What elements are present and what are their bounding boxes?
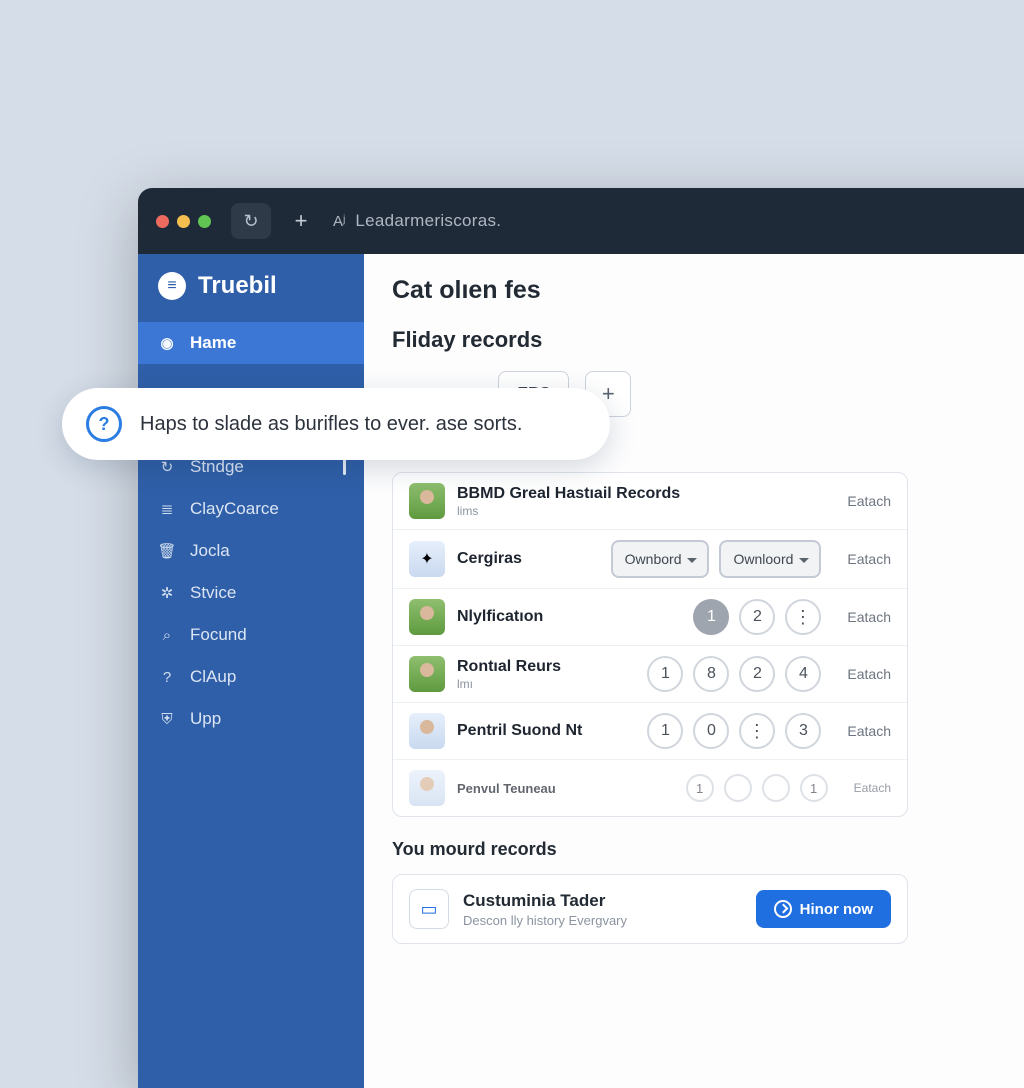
hinor-now-button[interactable]: Hinor now (756, 890, 891, 928)
row-action[interactable]: Eatach (847, 666, 891, 682)
indicator-line-icon (343, 459, 346, 475)
sidebar-item-label: Stvice (190, 583, 236, 603)
table-row[interactable]: BBMD Greal Hastıail Records lims Eatach (393, 473, 907, 530)
row-title: BBMD Greal Hastıail Records (457, 485, 821, 503)
row-title: Rontıal Reurs (457, 658, 635, 676)
sidebar-item-stvice[interactable]: ✲ Stvice (138, 572, 364, 614)
row-action[interactable]: Eatach (854, 781, 891, 795)
ownbord-select[interactable]: Ownbord (611, 540, 710, 578)
page-title: Cat olıen fes (392, 276, 1024, 305)
download-icon (774, 900, 792, 918)
row-action[interactable]: Eatach (847, 609, 891, 625)
num-pill[interactable]: 8 (693, 656, 729, 692)
row-action[interactable]: Eatach (847, 551, 891, 567)
hint-text: Haps to slade as burifles to ever. ase s… (140, 413, 522, 436)
main-content: Cat olıen fes Fliday records hidden ERS … (364, 254, 1024, 1088)
address-bar[interactable]: Leadarmeriscoras. (355, 211, 501, 231)
sidebar: ≡ Truebil ◉ Hame ▤ Service ↻ Stndge ≣ Cl… (138, 254, 364, 1088)
window-controls (156, 215, 211, 228)
sidebar-item-label: Upp (190, 709, 221, 729)
num-pill[interactable] (762, 774, 790, 802)
num-pill[interactable] (724, 774, 752, 802)
cta-label: Hinor now (800, 901, 873, 918)
reload-button[interactable]: ↻ (231, 203, 271, 239)
num-pill[interactable]: 1 (647, 656, 683, 692)
row-title: Penvul Teuneau (457, 781, 674, 796)
sidebar-item-home[interactable]: ◉ Hame (138, 322, 364, 364)
app-window: ↻ + Aʲ Leadarmeriscoras. ≡ Truebil ◉ Ham… (138, 188, 1024, 1088)
row-title: Nlylficatıon (457, 608, 681, 626)
you-card-title: Custuminia Tader (463, 891, 627, 911)
brand[interactable]: ≡ Truebil (138, 254, 364, 322)
trash-icon: 🗑 (156, 542, 178, 560)
refresh-icon: ↻ (156, 458, 178, 476)
table-row[interactable]: Nlylficatıon 1 2 ⋮ Eatach (393, 589, 907, 646)
num-pill[interactable]: 1 (686, 774, 714, 802)
sidebar-item-upp[interactable]: ⛨ Upp (138, 698, 364, 740)
you-card: ▭ Custuminia Tader Descon lly history Ev… (392, 874, 908, 944)
minimize-window-icon[interactable] (177, 215, 190, 228)
brand-logo-icon: ≡ (158, 272, 186, 300)
table-row[interactable]: Rontıal Reurs lmı 1 8 2 4 Eatach (393, 646, 907, 703)
sidebar-item-label: ClAup (190, 667, 236, 687)
avatar: ✦ (409, 541, 445, 577)
table-row[interactable]: ✦ Cergiras Ownbord Ownloord Eatach (393, 530, 907, 589)
num-pill[interactable]: 3 (785, 713, 821, 749)
search-icon: ⌕ (156, 627, 178, 644)
rows-icon: ≣ (156, 500, 178, 518)
row-title: Pentril Suond Nt (457, 722, 635, 740)
num-pill[interactable]: 4 (785, 656, 821, 692)
question-icon: ? (86, 406, 122, 442)
sidebar-item-label: Stndge (190, 457, 244, 477)
sidebar-item-claup[interactable]: ? ClAup (138, 656, 364, 698)
sparkle-icon: ✲ (156, 584, 178, 602)
num-pill[interactable]: 2 (739, 599, 775, 635)
more-pill[interactable]: ⋮ (739, 713, 775, 749)
table-row[interactable]: Pentril Suond Nt 1 0 ⋮ 3 Eatach (393, 703, 907, 760)
sidebar-item-label: Focund (190, 625, 247, 645)
ownloord-select[interactable]: Ownloord (719, 540, 821, 578)
avatar (409, 483, 445, 519)
home-icon: ◉ (156, 334, 178, 352)
maximize-window-icon[interactable] (198, 215, 211, 228)
records-card: BBMD Greal Hastıail Records lims Eatach … (392, 472, 908, 817)
num-pill[interactable]: 2 (739, 656, 775, 692)
you-records-title: You mourd records (392, 839, 1024, 860)
avatar (409, 656, 445, 692)
ai-chip-icon[interactable]: Aʲ (333, 213, 345, 230)
row-title: Cergiras (457, 550, 599, 568)
sidebar-item-claycoarce[interactable]: ≣ ClayCoarce (138, 488, 364, 530)
row-subtitle: lmı (457, 677, 635, 691)
sidebar-item-jocla[interactable]: 🗑 Jocla (138, 530, 364, 572)
you-card-subtitle: Descon lly history Evergvary (463, 913, 627, 928)
num-pill[interactable]: 1 (800, 774, 828, 802)
new-tab-button[interactable]: + (283, 203, 319, 239)
row-action[interactable]: Eatach (847, 493, 891, 509)
table-row[interactable]: Penvul Teuneau 1 1 Eatach (393, 760, 907, 816)
brand-name: Truebil (198, 272, 277, 300)
row-subtitle: lims (457, 504, 821, 518)
sidebar-item-label: ClayCoarce (190, 499, 279, 519)
more-pill[interactable]: ⋮ (785, 599, 821, 635)
document-icon: ▭ (409, 889, 449, 929)
close-window-icon[interactable] (156, 215, 169, 228)
help-icon: ? (156, 669, 178, 686)
shield-icon: ⛨ (156, 711, 178, 728)
sidebar-item-label: Hame (190, 333, 236, 353)
avatar (409, 713, 445, 749)
avatar (409, 770, 445, 806)
avatar (409, 599, 445, 635)
titlebar: ↻ + Aʲ Leadarmeriscoras. (138, 188, 1024, 254)
num-pill[interactable]: 1 (647, 713, 683, 749)
row-action[interactable]: Eatach (847, 723, 891, 739)
num-pill[interactable]: 0 (693, 713, 729, 749)
sidebar-item-focund[interactable]: ⌕ Focund (138, 614, 364, 656)
num-pill[interactable]: 1 (693, 599, 729, 635)
sidebar-item-label: Jocla (190, 541, 230, 561)
hint-tooltip: ? Haps to slade as burifles to ever. ase… (62, 388, 610, 460)
section-title: Fliday records (392, 327, 1024, 353)
